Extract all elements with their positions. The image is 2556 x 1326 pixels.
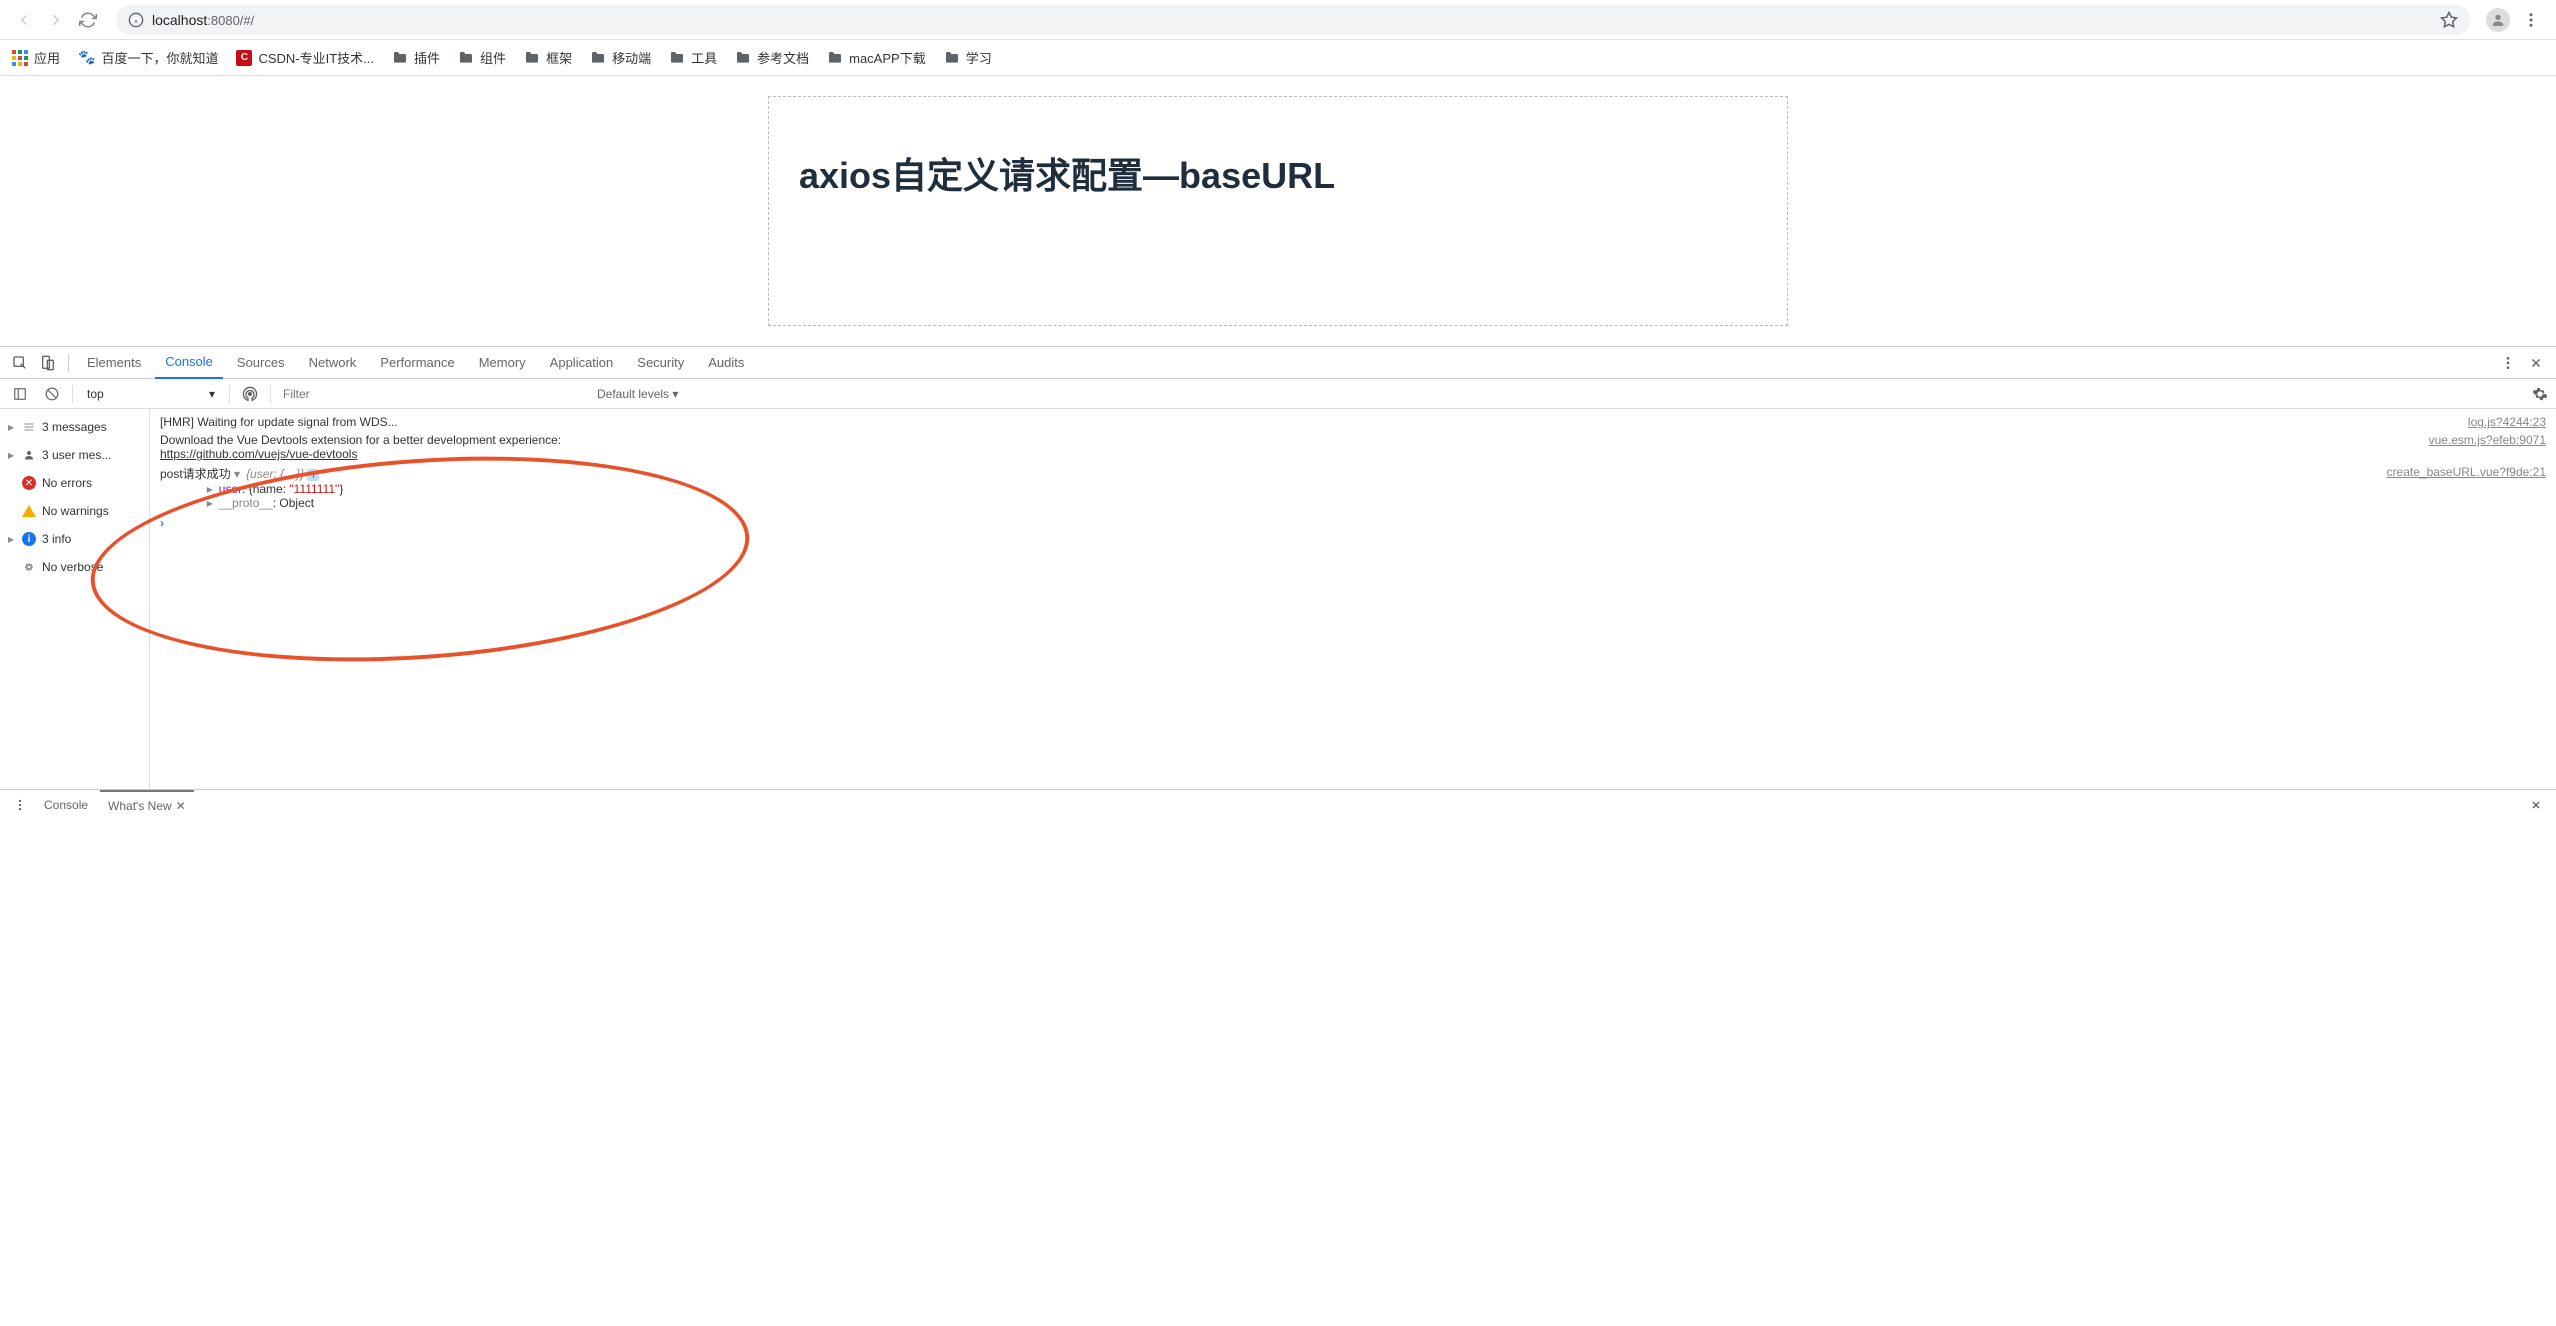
bookmark-macapp[interactable]: macAPP下载 <box>827 48 926 67</box>
baidu-icon: 🐾 <box>78 49 95 66</box>
gear-icon[interactable] <box>2532 386 2548 402</box>
forward-button[interactable] <box>44 8 68 32</box>
list-icon <box>22 421 36 433</box>
page-content: axios自定义请求配置—baseURL <box>0 76 2556 346</box>
drawer-tab-whatsnew[interactable]: What's New✕ <box>100 790 194 820</box>
apps-button[interactable]: 应用 <box>12 48 60 67</box>
tab-network[interactable]: Network <box>299 347 367 379</box>
apps-grid-icon <box>12 50 28 66</box>
tab-security[interactable]: Security <box>627 347 694 379</box>
console-sidebar: ▸3 messages ▸3 user mes... ✕No errors No… <box>0 409 150 789</box>
drawer-tabs: Console What's New✕ <box>0 789 2556 819</box>
bookmark-tools[interactable]: 工具 <box>669 48 717 67</box>
log-vuedev: Download the Vue Devtools extension for … <box>150 431 2556 463</box>
devtools-close-icon[interactable] <box>2524 356 2548 370</box>
devtools-tabs: Elements Console Sources Network Perform… <box>0 347 2556 379</box>
profile-avatar[interactable] <box>2486 8 2510 32</box>
bookmark-baidu[interactable]: 🐾 百度一下，你就知道 <box>78 48 218 67</box>
filter-input[interactable] <box>279 383 589 405</box>
log-level-selector[interactable]: Default levels ▾ <box>597 387 678 401</box>
drawer-menu-icon[interactable] <box>8 798 32 812</box>
tab-audits[interactable]: Audits <box>698 347 754 379</box>
drawer-tab-console[interactable]: Console <box>36 790 96 820</box>
chevron-down-icon: ▾ <box>209 387 215 401</box>
sidebar-messages[interactable]: ▸3 messages <box>0 413 149 441</box>
back-button[interactable] <box>12 8 36 32</box>
info-icon: i <box>22 532 36 546</box>
devtools-link[interactable]: https://github.com/vuejs/vue-devtools <box>160 447 357 461</box>
log-hmr: [HMR] Waiting for update signal from WDS… <box>150 413 2556 431</box>
reload-button[interactable] <box>76 8 100 32</box>
folder-icon <box>524 50 540 66</box>
clear-console-icon[interactable] <box>40 387 64 401</box>
bookmark-csdn[interactable]: C CSDN-专业IT技术... <box>236 48 374 67</box>
page-heading: axios自定义请求配置—baseURL <box>799 147 1757 199</box>
console-body: ▸3 messages ▸3 user mes... ✕No errors No… <box>0 409 2556 789</box>
tab-sources[interactable]: Sources <box>227 347 295 379</box>
folder-icon <box>590 50 606 66</box>
url-display: localhost:8080/#/ <box>152 12 254 28</box>
info-badge-icon: i <box>307 469 319 481</box>
expand-arrow-icon[interactable]: ▸ <box>207 496 219 510</box>
sidebar-user-messages[interactable]: ▸3 user mes... <box>0 441 149 469</box>
inspect-element-icon[interactable] <box>8 355 32 371</box>
sidebar-toggle-icon[interactable] <box>8 387 32 401</box>
omnibox[interactable]: localhost:8080/#/ <box>116 5 2470 35</box>
sidebar-info[interactable]: ▸i3 info <box>0 525 149 553</box>
site-info-icon[interactable] <box>128 12 144 28</box>
console-output: [HMR] Waiting for update signal from WDS… <box>150 409 2556 789</box>
devtools-panel: Elements Console Sources Network Perform… <box>0 346 2556 819</box>
expand-arrow-icon[interactable]: ▾ <box>234 467 246 481</box>
device-toolbar-icon[interactable] <box>36 355 60 371</box>
console-filter-bar: top▾ Default levels ▾ <box>0 379 2556 409</box>
browser-toolbar: localhost:8080/#/ <box>0 0 2556 40</box>
bookmark-framework[interactable]: 框架 <box>524 48 572 67</box>
user-icon <box>22 449 36 461</box>
folder-icon <box>669 50 685 66</box>
log-source-link[interactable]: log.js?4244:23 <box>2468 415 2546 429</box>
tab-performance[interactable]: Performance <box>370 347 464 379</box>
bookmarks-bar: 应用 🐾 百度一下，你就知道 C CSDN-专业IT技术... 插件 组件 框架… <box>0 40 2556 76</box>
sidebar-errors[interactable]: ✕No errors <box>0 469 149 497</box>
expand-arrow-icon[interactable]: ▸ <box>207 482 219 496</box>
log-source-link[interactable]: vue.esm.js?efeb:9071 <box>2429 433 2546 461</box>
csdn-icon: C <box>236 50 252 66</box>
bookmark-refdocs[interactable]: 参考文档 <box>735 48 809 67</box>
folder-icon <box>827 50 843 66</box>
drawer-close-icon[interactable] <box>2524 799 2548 811</box>
apps-label: 应用 <box>34 48 60 67</box>
sidebar-verbose[interactable]: No verbose <box>0 553 149 581</box>
error-icon: ✕ <box>22 476 36 490</box>
warning-icon <box>22 505 36 517</box>
bug-icon <box>22 561 36 573</box>
folder-icon <box>392 50 408 66</box>
tab-elements[interactable]: Elements <box>77 347 151 379</box>
browser-menu-icon[interactable] <box>2518 11 2544 29</box>
folder-icon <box>944 50 960 66</box>
close-icon[interactable]: ✕ <box>176 799 186 813</box>
folder-icon <box>458 50 474 66</box>
live-expression-icon[interactable] <box>238 386 262 402</box>
tab-memory[interactable]: Memory <box>469 347 536 379</box>
bookmark-plugins[interactable]: 插件 <box>392 48 440 67</box>
bookmark-components[interactable]: 组件 <box>458 48 506 67</box>
sidebar-warnings[interactable]: No warnings <box>0 497 149 525</box>
devtools-menu-icon[interactable] <box>2496 355 2520 371</box>
tab-application[interactable]: Application <box>540 347 624 379</box>
bookmark-study[interactable]: 学习 <box>944 48 992 67</box>
console-prompt[interactable]: › <box>150 512 2556 534</box>
context-selector[interactable]: top▾ <box>81 385 221 403</box>
bookmark-mobile[interactable]: 移动端 <box>590 48 651 67</box>
content-box: axios自定义请求配置—baseURL <box>768 96 1788 326</box>
log-post[interactable]: post请求成功 ▾{user: {…}} i ▸user: {name: "1… <box>150 463 2556 512</box>
tab-console[interactable]: Console <box>155 347 223 379</box>
log-source-link[interactable]: create_baseURL.vue?f9de:21 <box>2387 465 2546 510</box>
folder-icon <box>735 50 751 66</box>
bookmark-star-icon[interactable] <box>2440 11 2458 29</box>
